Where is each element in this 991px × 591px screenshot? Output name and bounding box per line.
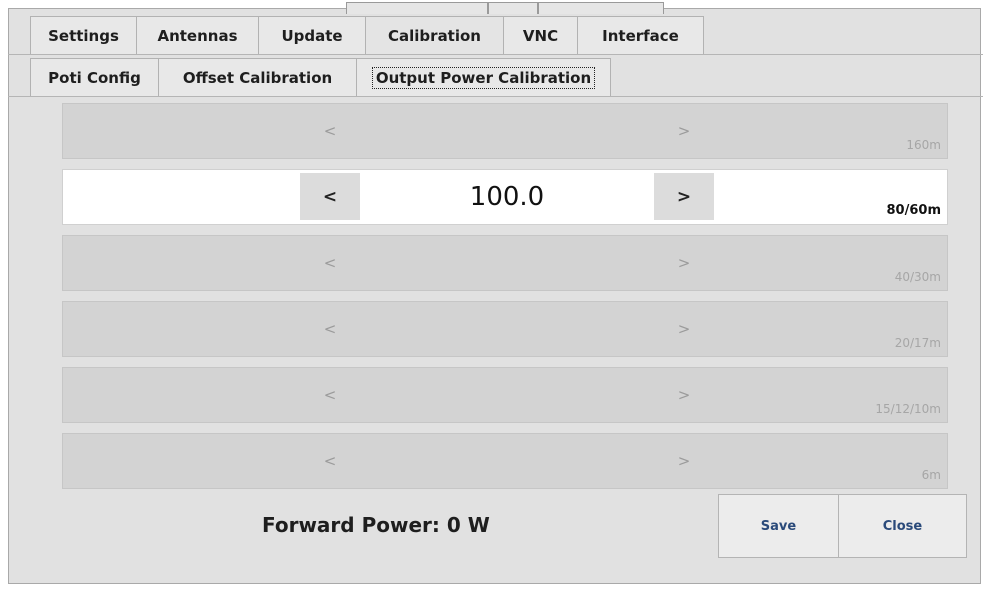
band-label: 80/60m <box>886 203 941 218</box>
increase-button[interactable]: > <box>654 434 714 488</box>
tab-update[interactable]: Update <box>259 16 366 54</box>
increase-button[interactable]: > <box>654 368 714 422</box>
hidden-tab-stub <box>488 2 538 14</box>
sub-tab-bar: Poti Config Offset Calibration Output Po… <box>30 58 611 96</box>
tab-label: Update <box>281 26 343 45</box>
decrease-button[interactable]: < <box>300 302 360 356</box>
tab-label: VNC <box>522 26 559 45</box>
band-value <box>360 434 654 488</box>
band-row-80-60m: < 100.0 > 80/60m <box>62 169 948 225</box>
tab-output-power-calibration[interactable]: Output Power Calibration <box>357 58 611 96</box>
main-tab-bar: Settings Antennas Update Calibration VNC… <box>30 16 704 54</box>
tab-bar-divider <box>8 54 983 55</box>
increase-button[interactable]: > <box>654 302 714 356</box>
decrease-button[interactable]: < <box>300 368 360 422</box>
sub-tab-bar-divider <box>8 96 983 97</box>
band-value <box>360 302 654 356</box>
band-value <box>360 368 654 422</box>
band-value: 100.0 <box>469 182 545 212</box>
tab-label: Antennas <box>157 26 238 45</box>
band-value <box>360 236 654 290</box>
close-button[interactable]: Close <box>838 494 967 558</box>
increase-button[interactable]: > <box>654 236 714 290</box>
increase-button[interactable]: > <box>654 173 714 220</box>
tab-antennas[interactable]: Antennas <box>137 16 259 54</box>
band-row-6m: < > 6m <box>62 433 948 489</box>
decrease-button[interactable]: < <box>300 236 360 290</box>
tab-label: Output Power Calibration <box>371 66 596 89</box>
tab-vnc[interactable]: VNC <box>504 16 578 54</box>
tab-label: Interface <box>602 26 679 45</box>
band-row-20-17m: < > 20/17m <box>62 301 948 357</box>
band-label: 40/30m <box>894 270 941 284</box>
tab-label: Calibration <box>388 26 481 45</box>
save-button[interactable]: Save <box>718 494 839 558</box>
tab-label: Offset Calibration <box>182 68 333 87</box>
tab-label: Settings <box>48 26 119 45</box>
tab-calibration[interactable]: Calibration <box>366 16 504 54</box>
hidden-tab-stub <box>538 2 664 14</box>
decrease-button[interactable]: < <box>300 173 360 220</box>
band-row-40-30m: < > 40/30m <box>62 235 948 291</box>
decrease-button[interactable]: < <box>300 434 360 488</box>
forward-power-readout: Forward Power: 0 W <box>262 513 490 537</box>
tab-offset-calibration[interactable]: Offset Calibration <box>159 58 357 96</box>
decrease-button[interactable]: < <box>300 104 360 158</box>
band-label: 6m <box>921 468 941 482</box>
band-label: 160m <box>906 138 941 152</box>
hidden-tab-stub <box>346 2 488 14</box>
band-row-15-12-10m: < > 15/12/10m <box>62 367 948 423</box>
tab-label: Poti Config <box>48 68 141 87</box>
tab-poti-config[interactable]: Poti Config <box>30 58 159 96</box>
tab-interface[interactable]: Interface <box>578 16 704 54</box>
band-value <box>360 104 654 158</box>
band-row-160m: < > 160m <box>62 103 948 159</box>
tab-settings[interactable]: Settings <box>30 16 137 54</box>
increase-button[interactable]: > <box>654 104 714 158</box>
band-label: 20/17m <box>894 336 941 350</box>
band-label: 15/12/10m <box>875 402 941 416</box>
